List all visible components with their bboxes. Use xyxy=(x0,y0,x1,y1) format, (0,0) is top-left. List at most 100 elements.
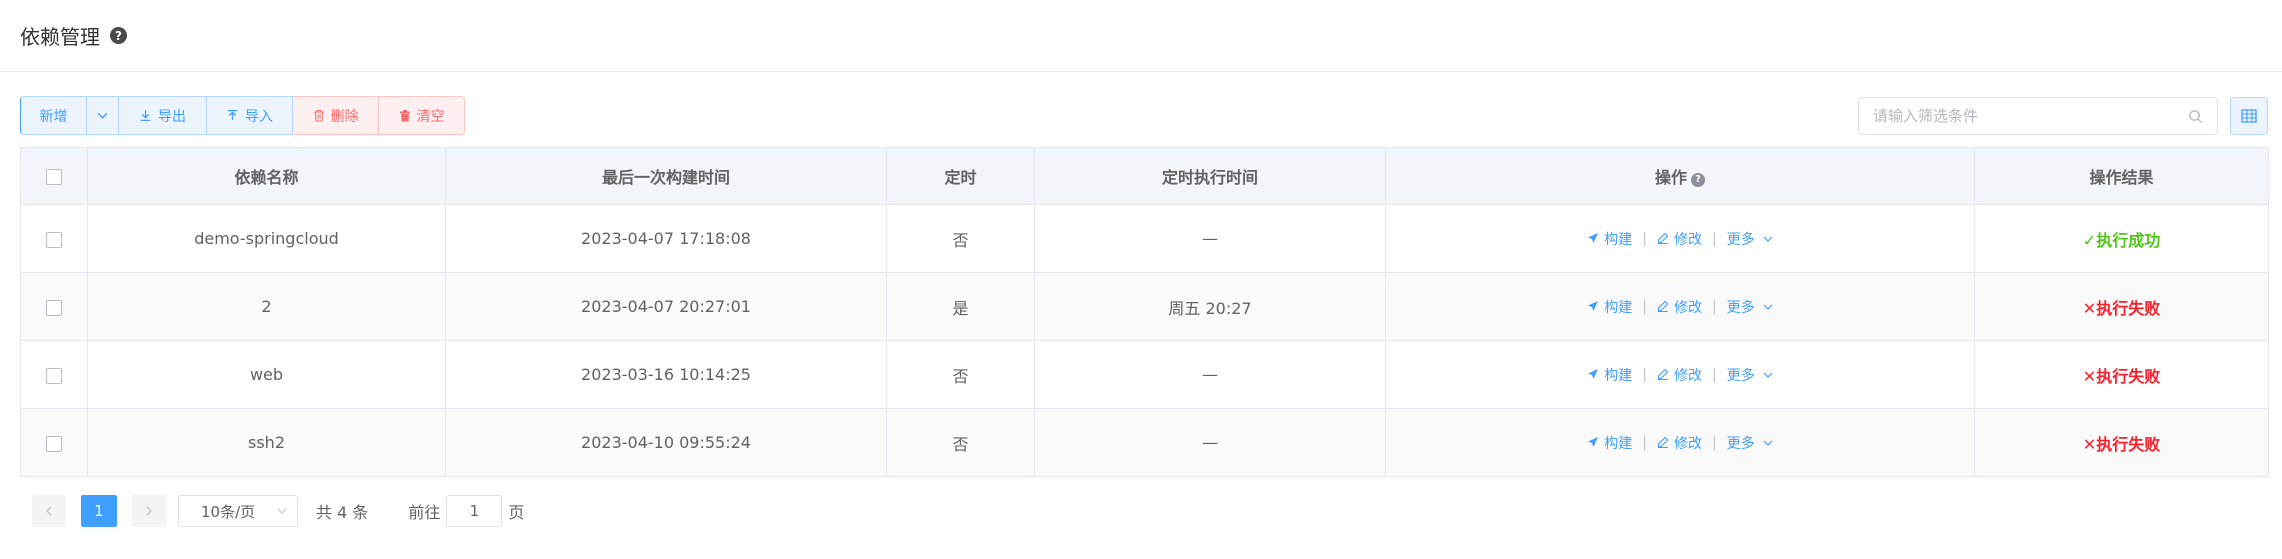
send-icon xyxy=(1588,232,1599,243)
clear-button-label: 清空 xyxy=(416,108,445,125)
dependency-table: 依赖名称 最后一次构建时间 定时 定时执行时间 操作? 操作结果 demo-sp… xyxy=(20,147,2269,477)
table-header-row: 依赖名称 最后一次构建时间 定时 定时执行时间 操作? 操作结果 xyxy=(20,147,2269,205)
result-status: ✕执行失败 xyxy=(2083,367,2160,386)
send-icon xyxy=(1588,368,1599,379)
row-select-cell xyxy=(20,272,88,341)
more-dropdown[interactable]: 更多 xyxy=(1727,297,1773,317)
row-operations: 构建 | 修改 | 更多 xyxy=(1385,272,1975,341)
trash-filled-icon xyxy=(399,110,410,122)
row-checkbox[interactable] xyxy=(46,435,62,452)
chevron-left-icon xyxy=(46,506,52,516)
divider: | xyxy=(1712,230,1717,247)
result-status-mark: ✕ xyxy=(2082,298,2097,318)
column-header-last-build[interactable]: 最后一次构建时间 xyxy=(445,147,887,205)
timed-exec-time: — xyxy=(1034,340,1386,409)
column-header-operations: 操作? xyxy=(1385,147,1975,205)
dependency-name: ssh2 xyxy=(87,408,446,477)
result-status-mark: ✕ xyxy=(2082,366,2097,386)
result-status-mark: ✓ xyxy=(2082,230,2097,250)
goto-label: 前往 xyxy=(408,503,441,522)
column-header-timed[interactable]: 定时 xyxy=(886,147,1035,205)
divider: | xyxy=(1642,298,1647,315)
divider: | xyxy=(1642,366,1647,383)
prev-page-button[interactable] xyxy=(32,495,66,527)
edit-icon xyxy=(1657,300,1669,312)
timed-flag: 否 xyxy=(886,340,1035,409)
build-link[interactable]: 构建 xyxy=(1587,229,1632,249)
more-dropdown[interactable]: 更多 xyxy=(1727,433,1773,453)
page-size-select[interactable]: 10条/页 xyxy=(178,495,298,527)
build-link[interactable]: 构建 xyxy=(1587,433,1632,453)
more-link-label: 更多 xyxy=(1726,435,1755,452)
row-select-cell xyxy=(20,204,88,273)
last-build-time: 2023-04-07 20:27:01 xyxy=(445,272,887,341)
timed-exec-time: 周五 20:27 xyxy=(1034,272,1386,341)
operation-result: ✕执行失败 xyxy=(1974,408,2269,477)
divider: | xyxy=(1642,434,1647,451)
table-columns-icon xyxy=(2241,109,2257,123)
dependency-name: 2 xyxy=(87,272,446,341)
next-page-button[interactable] xyxy=(132,495,166,527)
operation-result: ✕执行失败 xyxy=(1974,340,2269,409)
help-icon[interactable]: ? xyxy=(1691,172,1705,187)
column-header-result[interactable]: 操作结果 xyxy=(1974,147,2269,205)
row-checkbox[interactable] xyxy=(46,367,62,384)
page-number-current[interactable]: 1 xyxy=(81,495,117,527)
last-build-time: 2023-04-10 09:55:24 xyxy=(445,408,887,477)
chevron-right-icon xyxy=(146,506,152,516)
build-link-label: 构建 xyxy=(1604,231,1633,248)
result-status: ✕执行失败 xyxy=(2083,299,2160,318)
chevron-down-icon xyxy=(1763,304,1773,310)
chevron-down-icon xyxy=(1763,372,1773,378)
divider: | xyxy=(1712,366,1717,383)
download-icon xyxy=(140,110,151,122)
select-all-checkbox[interactable] xyxy=(46,169,62,185)
toolbar: 新增 导出 导入 删除 清空 xyxy=(20,96,465,135)
chevron-down-icon xyxy=(1763,236,1773,242)
column-settings-button[interactable] xyxy=(2230,97,2268,135)
edit-link[interactable]: 修改 xyxy=(1657,433,1702,453)
import-button-label: 导入 xyxy=(245,108,273,125)
edit-link[interactable]: 修改 xyxy=(1657,365,1702,385)
column-header-timed-time[interactable]: 定时执行时间 xyxy=(1034,147,1386,205)
build-link[interactable]: 构建 xyxy=(1587,297,1632,317)
more-dropdown[interactable]: 更多 xyxy=(1727,229,1773,249)
search-box xyxy=(1858,97,2218,135)
search-icon[interactable] xyxy=(2188,109,2203,124)
result-status: ✕执行失败 xyxy=(2083,435,2160,454)
search-input[interactable] xyxy=(1873,107,2188,125)
delete-button[interactable]: 删除 xyxy=(293,96,379,135)
edit-link[interactable]: 修改 xyxy=(1657,297,1702,317)
table-row: 2 2023-04-07 20:27:01 是周五 20:27 构建 | 修改 | 更多 ✕执行… xyxy=(20,272,2269,341)
add-dropdown-button[interactable] xyxy=(87,96,119,135)
goto-page-input[interactable] xyxy=(446,495,503,527)
timed-flag: 否 xyxy=(886,204,1035,273)
edit-icon xyxy=(1657,436,1669,448)
more-link-label: 更多 xyxy=(1726,367,1755,384)
result-status-text: 执行失败 xyxy=(2096,366,2161,386)
edit-link[interactable]: 修改 xyxy=(1657,229,1702,249)
chevron-down-icon xyxy=(1763,440,1773,446)
row-operations: 构建 | 修改 | 更多 xyxy=(1385,340,1975,409)
table-row: ssh2 2023-04-10 09:55:24 否 — 构建 | 修改 | 更多 ✕执行失败 xyxy=(20,408,2269,477)
column-header-name[interactable]: 依赖名称 xyxy=(87,147,446,205)
edit-icon xyxy=(1657,232,1669,244)
table-row: demo-springcloud 2023-04-07 17:18:08 否 — 构建 |… xyxy=(20,204,2269,273)
help-icon[interactable]: ? xyxy=(110,27,127,44)
add-button[interactable]: 新增 xyxy=(20,96,87,135)
trash-outline-icon xyxy=(313,109,324,122)
clear-button[interactable]: 清空 xyxy=(379,96,465,135)
import-button[interactable]: 导入 xyxy=(207,96,293,135)
row-checkbox[interactable] xyxy=(46,231,62,248)
page-size-value: 10条/页 xyxy=(201,502,256,521)
result-status-text: 执行成功 xyxy=(2096,230,2161,250)
row-checkbox[interactable] xyxy=(46,299,62,316)
table-row: web 2023-03-16 10:14:25 否 — 构建 | 修改 | 更多 ✕执行失败 xyxy=(20,340,2269,409)
result-status-mark: ✕ xyxy=(2082,434,2097,454)
more-dropdown[interactable]: 更多 xyxy=(1727,365,1773,385)
build-link[interactable]: 构建 xyxy=(1587,365,1632,385)
build-link-label: 构建 xyxy=(1604,299,1633,316)
page-title: 依赖管理 xyxy=(20,25,100,49)
divider: | xyxy=(1712,434,1717,451)
export-button[interactable]: 导出 xyxy=(119,96,207,135)
